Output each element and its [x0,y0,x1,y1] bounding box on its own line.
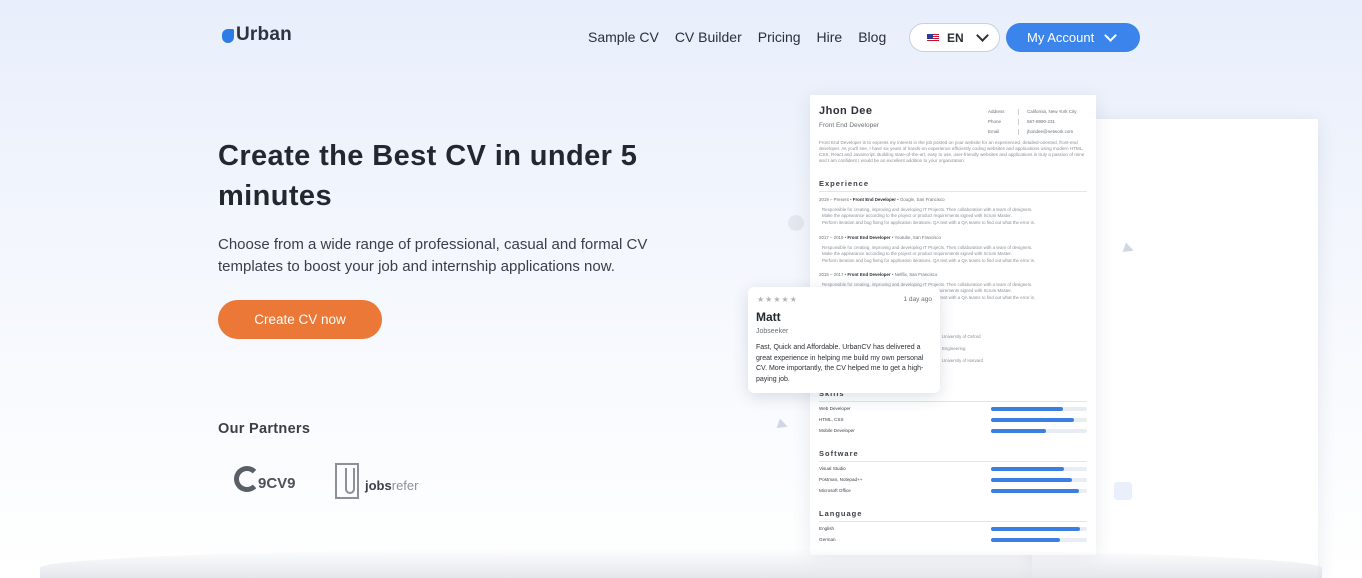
cv-software-row: Postman, Notepad++ [819,477,1087,485]
cv-skill-name: Web Developer [819,406,851,411]
uk-flag-icon [927,33,939,42]
cv-job: 2019 – Present • Front End Developer • G… [819,197,945,202]
cv-job: 2017 – 2019 • Front End Developer • Yout… [819,235,941,240]
language-code: EN [947,30,964,45]
partner-jobsrefer-text: jobsrefer [365,478,418,493]
cv-job-place: Google, San Francisco [899,197,945,202]
create-cv-button[interactable]: Create CV now [218,300,382,339]
my-account-label: My Account [1027,30,1095,45]
cv-skill-name: Mobile Developer [819,428,855,433]
cv-skill-name: HTML, CSS [819,417,844,422]
cv-skill-row: Mobile Developer [819,428,1087,436]
decor-dot [788,215,804,231]
language-selector[interactable]: EN [909,23,1000,52]
urbancv-logo[interactable]: UrbanCV [222,24,1318,578]
cv-language-row: German [819,537,1087,545]
main-nav: Sample CV CV Builder Pricing Hire Blog [588,29,902,45]
divider [819,521,1087,522]
my-account-button[interactable]: My Account [1006,23,1140,52]
cv-job-bullets: Responsible for creating, improving and … [822,207,1084,226]
reviewer-name: Matt [756,310,781,324]
cv-education-line: Engineering [942,346,966,351]
rating-stars-icon: ★★★★★ [757,295,798,304]
cv-contact-key: Email [988,129,1000,134]
logo-drop-icon [222,29,234,43]
cv-education-line: University of Oxford [942,334,981,339]
cv-job-bullets: Responsible for creating, improving and … [822,245,1084,264]
hero-title: Create the Best CV in under 5 minutes [218,140,638,212]
jobsrefer-light: refer [391,477,419,493]
9cv9-ring-icon [234,466,260,492]
divider [819,401,1087,402]
cv-software-title: Software [819,449,859,458]
nav-pricing[interactable]: Pricing [758,29,801,45]
cv-job-title: Front End Developer [847,235,891,240]
cv-software-bar [991,478,1072,482]
cv-software-name: Visual Studio [819,466,846,471]
reviewer-role: Jobseeker [756,328,789,335]
nav-sample-cv[interactable]: Sample CV [588,29,659,45]
cv-software-row: Microsoft Office [819,488,1087,496]
partner-logo-jobsrefer[interactable]: jobsrefer [335,463,418,499]
cv-skill-row: HTML, CSS [819,417,1087,425]
chevron-down-icon [1104,28,1118,42]
divider [819,191,1087,192]
cv-contact-value: California, New York City [1027,109,1077,114]
cv-skill-bar [991,429,1046,433]
cv-contact-value: jhondee@network.com [1027,129,1074,134]
cv-language-name: English [819,526,835,531]
jobsrefer-j-icon [335,463,359,499]
cv-skill-bar [991,418,1074,422]
cv-name: Jhon Dee [819,105,873,117]
review-time: 1 day ago [903,296,932,303]
cv-language-bar [991,538,1061,542]
cv-job-title: Front End Developer [852,197,896,202]
cv-language-bar [991,527,1081,531]
partner-9cv9-text: 9CV9 [258,474,296,492]
cv-job: 2015 – 2017 • Front End Developer • Netf… [819,272,938,277]
cv-role: Front End Developer [819,122,879,129]
jobsrefer-bold: jobs [365,477,392,493]
partner-logo-9cv9[interactable]: 9CV9 [234,466,296,492]
cv-job-place: Youtube, San Francisco [894,235,941,240]
review-text: Fast, Quick and Affordable. UrbanCV has … [756,344,924,383]
cv-software-name: Microsoft Office [819,488,851,493]
cv-bullet: Perform iteration and bug fixing for app… [822,219,1036,225]
header: UrbanCV Sample CV CV Builder Pricing Hir… [0,0,1362,578]
hero-subtitle: Choose from a wide range of professional… [218,236,648,275]
cv-contact: Address California, New York City Phone 56… [988,107,1077,137]
cv-software-row: Visual Studio [819,466,1087,474]
nav-hire[interactable]: Hire [817,29,843,45]
cv-experience-title: Experience [819,179,870,188]
partners-title: Our Partners [218,421,311,437]
review-card: ★★★★★ 1 day ago Matt Jobseeker Fast, Qui… [748,287,940,393]
cv-language-title: Language [819,509,863,518]
cv-job-title: Front End Developer [847,272,891,277]
cv-bullet: Perform iteration and bug fixing for app… [822,257,1036,263]
cv-job-period: 2017 – 2019 [819,235,844,240]
nav-blog[interactable]: Blog [858,29,886,45]
cv-skill-bar [991,407,1063,411]
cv-job-place: Netflix, San Francisco [894,272,938,277]
cv-language-row: English [819,526,1087,534]
cv-software-bar [991,467,1064,471]
cv-skill-row: Web Developer [819,406,1087,414]
cv-software-name: Postman, Notepad++ [819,477,863,482]
decor-square [1114,482,1132,500]
cv-education-line: University of Harvard [942,358,983,363]
cv-software-bar [991,489,1080,493]
cv-job-period: 2019 – Present [819,197,849,202]
divider [819,461,1087,462]
cv-contact-value: 567-8990-231 [1027,119,1056,124]
cv-language-name: German [819,537,836,542]
cv-job-period: 2015 – 2017 [819,272,844,277]
cv-contact-key: Phone [988,119,1002,124]
decor-triangle [776,418,790,432]
cv-education: University of Oxford Engineering Univers… [942,331,1082,367]
chevron-down-icon [975,28,989,42]
logo-text-urban: Urban [236,24,292,45]
nav-cv-builder[interactable]: CV Builder [675,29,742,45]
cv-contact-key: Address [988,109,1005,114]
cv-intro: Front End Developer is to express my int… [819,140,1085,163]
